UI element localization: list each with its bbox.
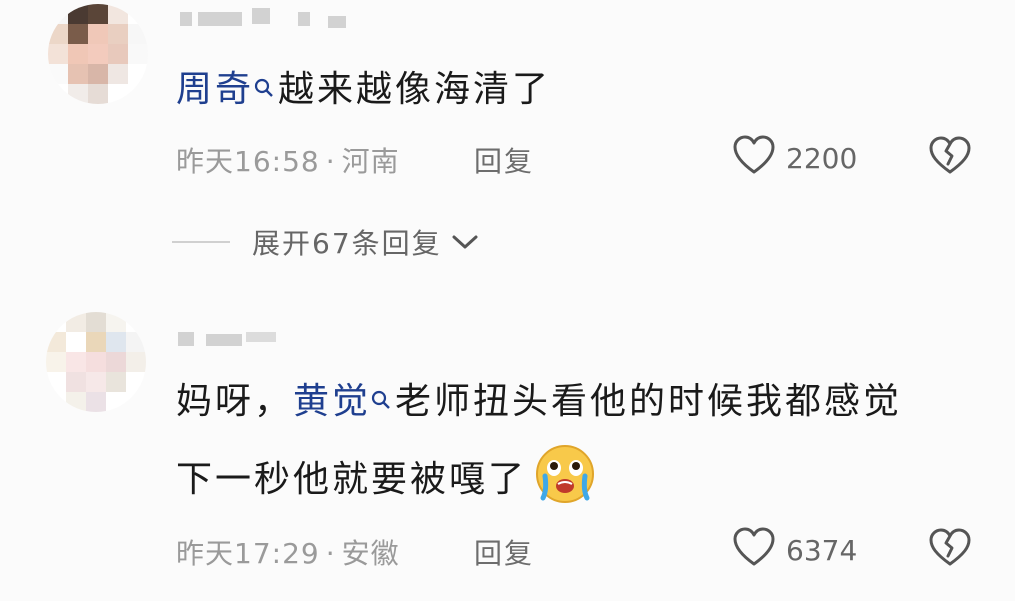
like-count: 6374 (786, 534, 858, 567)
avatar-pixel (48, 44, 68, 64)
avatar-pixel (128, 84, 148, 104)
avatar-pixel (128, 44, 148, 64)
heart-icon (732, 526, 776, 575)
avatar-pixel (108, 84, 128, 104)
avatar-pixel (108, 44, 128, 64)
comment-meta: 昨天17:29 · 安徽 (176, 532, 400, 572)
location: 河南 (341, 145, 400, 178)
avatar-pixel (66, 312, 86, 332)
avatar-pixel (46, 332, 66, 352)
separator: · (325, 537, 336, 570)
avatar-pixel (126, 352, 146, 372)
expand-replies-label: 展开67条回复 (252, 227, 442, 260)
like-button[interactable]: 2200 (732, 134, 857, 183)
location: 安徽 (341, 537, 400, 570)
avatar-pixel (88, 44, 108, 64)
avatar[interactable] (46, 312, 146, 412)
avatar-pixel (128, 64, 148, 84)
avatar-pixel (68, 84, 88, 104)
mention-link[interactable]: 黄觉 (293, 381, 395, 422)
avatar-pixel (128, 24, 148, 44)
avatar-pixel (46, 312, 66, 332)
broken-heart-icon (928, 528, 972, 572)
masked-block (298, 12, 310, 26)
comment-body: 周奇 越来越像海清了 (176, 72, 551, 108)
avatar-pixel (68, 64, 88, 84)
dislike-button[interactable] (928, 136, 972, 180)
avatar-pixel (66, 372, 86, 392)
avatar-pixel (88, 4, 108, 24)
comment-body-line-2: 下一秒他就要被嘎了 (176, 445, 595, 504)
avatar-pixel (86, 312, 106, 332)
avatar-pixel (66, 392, 86, 412)
avatar-pixel (66, 352, 86, 372)
masked-block (198, 12, 242, 26)
avatar-pixel (86, 352, 106, 372)
timestamp: 昨天17:29 (176, 537, 320, 570)
avatar-pixel (68, 44, 88, 64)
masked-block (180, 12, 192, 26)
search-icon (254, 70, 274, 97)
avatar-pixel (48, 84, 68, 104)
avatar-pixel (86, 392, 106, 412)
masked-block (328, 16, 346, 28)
masked-block (252, 8, 270, 24)
comment-text: 妈呀， (176, 381, 294, 422)
avatar-pixel (126, 372, 146, 392)
masked-block (206, 334, 242, 346)
avatar-pixel (66, 332, 86, 352)
timestamp: 昨天16:58 (176, 145, 320, 178)
avatar-pixel (48, 64, 68, 84)
comment-meta: 昨天16:58 · 河南 (176, 140, 400, 180)
avatar-pixel (126, 312, 146, 332)
avatar-pixel (86, 332, 106, 352)
avatar-pixel (108, 4, 128, 24)
avatar-pixel (106, 372, 126, 392)
crying-face-emoji-icon (535, 444, 595, 504)
avatar-pixel (48, 24, 68, 44)
avatar-pixel (108, 64, 128, 84)
avatar-pixel (106, 392, 126, 412)
mention-link[interactable]: 周奇 (176, 69, 278, 110)
comment-body-line-1: 妈呀，黄觉 老师扭头看他的时候我都感觉 (176, 384, 902, 420)
avatar[interactable] (48, 4, 148, 104)
comment-text: 越来越像海清了 (278, 69, 552, 110)
avatar-pixel (48, 4, 68, 24)
chevron-down-icon (450, 226, 480, 259)
avatar-pixel (88, 64, 108, 84)
masked-block (178, 332, 194, 346)
avatar-pixel (88, 84, 108, 104)
comment-text: 下一秒他就要被嘎了 (176, 459, 528, 500)
avatar-pixel (46, 352, 66, 372)
reply-button[interactable]: 回复 (474, 140, 534, 180)
heart-icon (732, 134, 776, 183)
comment-text: 老师扭头看他的时候我都感觉 (395, 381, 903, 422)
masked-block (246, 332, 276, 342)
avatar-pixel (46, 392, 66, 412)
avatar-pixel (68, 24, 88, 44)
avatar-pixel (86, 372, 106, 392)
reply-button[interactable]: 回复 (474, 532, 534, 572)
divider-line (172, 241, 230, 243)
separator: · (325, 145, 336, 178)
avatar-pixel (108, 24, 128, 44)
avatar-pixel (46, 372, 66, 392)
avatar-pixel (106, 312, 126, 332)
expand-replies-button[interactable]: 展开67条回复 (172, 222, 480, 262)
broken-heart-icon (928, 136, 972, 180)
avatar-pixel (126, 392, 146, 412)
avatar-pixel (88, 24, 108, 44)
search-icon (371, 382, 391, 409)
like-count: 2200 (786, 142, 858, 175)
avatar-pixel (68, 4, 88, 24)
avatar-pixel (128, 4, 148, 24)
avatar-pixel (126, 332, 146, 352)
like-button[interactable]: 6374 (732, 526, 857, 575)
dislike-button[interactable] (928, 528, 972, 572)
avatar-pixel (106, 352, 126, 372)
avatar-pixel (106, 332, 126, 352)
